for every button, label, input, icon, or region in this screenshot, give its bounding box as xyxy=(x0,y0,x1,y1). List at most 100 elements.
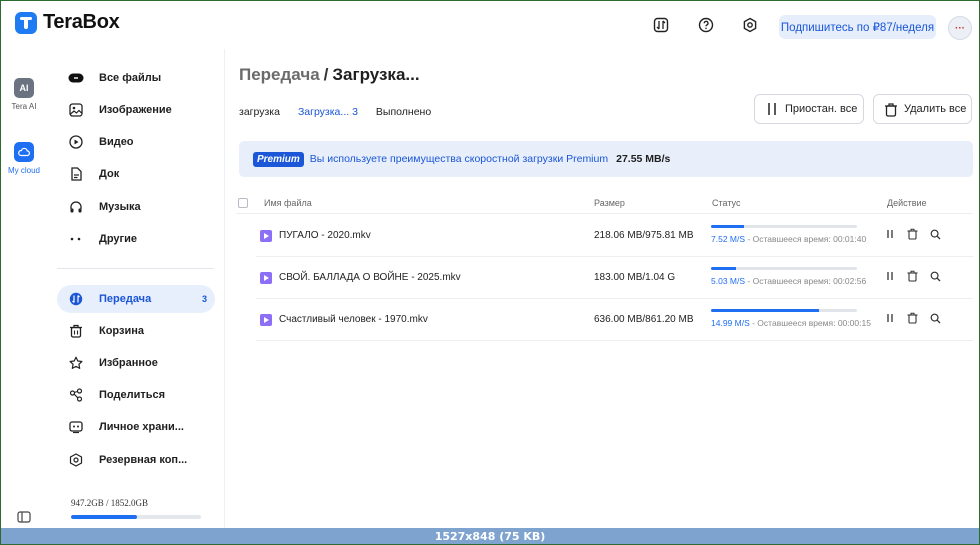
search-icon[interactable] xyxy=(930,312,941,324)
file-name: СВОЙ. БАЛЛАДА О ВОЙНЕ - 2025.mkv xyxy=(279,272,461,283)
left-rail: AI Tera AI My cloud xyxy=(1,49,47,544)
column-header-name[interactable]: Имя файла xyxy=(264,198,312,208)
top-bar: TeraBox Подпишитесь по ₽87/неделя ··· xyxy=(1,1,979,49)
sidebar-item-share[interactable]: Поделиться xyxy=(57,381,215,409)
search-icon[interactable] xyxy=(930,228,941,240)
download-speed: 14.99 M/S xyxy=(711,318,750,328)
rail-item-my-cloud[interactable]: My cloud xyxy=(1,142,47,175)
video-file-icon xyxy=(260,272,272,284)
sidebar-item-label: Док xyxy=(99,168,120,180)
image-icon xyxy=(68,102,84,118)
sidebar-item-other[interactable]: Другие xyxy=(57,225,215,253)
sidebar-item-document[interactable]: Док xyxy=(57,160,215,188)
sidebar-item-label: Передача xyxy=(99,293,152,305)
sidebar-item-label: Резервная коп... xyxy=(99,454,188,466)
trash-icon[interactable] xyxy=(907,312,918,324)
download-status: 14.99 M/S - Оставшееся время: 00:00:15 xyxy=(711,318,871,328)
sidebar-item-label: Личное храни... xyxy=(99,421,184,433)
download-speed: 7.52 M/S xyxy=(711,234,746,244)
sidebar-item-image[interactable]: Изображение xyxy=(57,96,215,124)
sidebar-item-label: Поделиться xyxy=(99,389,166,401)
sidebar-item-music[interactable]: Музыка xyxy=(57,193,215,221)
table-row[interactable]: Счастливый человек - 1970.mkv 636.00 MB/… xyxy=(256,299,973,341)
sidebar-item-private-storage[interactable]: Личное храни... xyxy=(57,413,215,441)
video-file-icon xyxy=(260,230,272,242)
table-row[interactable]: СВОЙ. БАЛЛАДА О ВОЙНЕ - 2025.mkv 183.00 … xyxy=(256,257,973,299)
pause-icon[interactable] xyxy=(884,228,895,240)
rail-label: My cloud xyxy=(7,166,40,175)
download-progress-fill xyxy=(711,267,737,270)
premium-banner: Premium Вы используете преимущества скор… xyxy=(239,141,973,177)
sidebar-item-label: Избранное xyxy=(99,357,158,369)
video-file-icon xyxy=(260,314,272,326)
table-row[interactable]: ПУГАЛО - 2020.mkv 218.06 MB/975.81 MB 7.… xyxy=(256,215,973,257)
image-info-bar: 1527x848 (75 KB) xyxy=(1,528,979,544)
backup-icon xyxy=(68,452,84,468)
download-progress-bar xyxy=(711,225,857,228)
time-remaining: - Оставшееся время: 00:02:56 xyxy=(745,276,867,286)
sidebar-item-all-files[interactable]: Все файлы xyxy=(57,64,215,92)
tab-downloading[interactable]: Загрузка... 3 xyxy=(298,106,358,118)
time-remaining: - Оставшееся время: 00:01:40 xyxy=(745,234,867,244)
column-header-action: Действие xyxy=(887,198,927,208)
avatar[interactable]: ··· xyxy=(948,16,972,40)
sidebar-item-video[interactable]: Видео xyxy=(57,128,215,156)
transfer-arrows-icon[interactable] xyxy=(652,16,670,34)
search-icon[interactable] xyxy=(930,270,941,282)
rail-label: Tera AI xyxy=(11,102,37,111)
sidebar-item-favorites[interactable]: Избранное xyxy=(57,349,215,377)
sidebar-item-trash[interactable]: Корзина xyxy=(57,317,215,345)
sidebar-item-label: Музыка xyxy=(99,201,141,213)
file-name: ПУГАЛО - 2020.mkv xyxy=(279,230,371,241)
breadcrumb: Передача / Загрузка... xyxy=(239,65,420,85)
tab-upload[interactable]: загрузка xyxy=(239,106,280,118)
sidebar-divider xyxy=(57,268,214,269)
other-icon xyxy=(68,231,84,247)
row-actions xyxy=(884,312,941,324)
column-header-status: Статус xyxy=(712,198,741,208)
sidebar-item-backup[interactable]: Резервная коп... xyxy=(57,446,215,474)
download-speed: 5.03 M/S xyxy=(711,276,746,286)
tab-completed[interactable]: Выполнено xyxy=(376,106,431,118)
pause-all-label: Приостан. все xyxy=(785,103,858,115)
breadcrumb-parent[interactable]: Передача xyxy=(239,65,320,84)
sidebar: Все файлы Изображение Видео Док Музыка Д… xyxy=(47,49,225,544)
trash-icon[interactable] xyxy=(907,228,918,240)
select-all-checkbox[interactable] xyxy=(238,198,248,208)
transfer-icon xyxy=(68,291,84,307)
settings-icon[interactable] xyxy=(741,16,759,34)
table-header: Имя файла Размер Статус Действие xyxy=(236,194,973,214)
transfer-count-badge: 3 xyxy=(201,294,207,304)
sidebar-toggle-icon[interactable] xyxy=(17,510,31,528)
share-icon xyxy=(68,387,84,403)
trash-icon xyxy=(68,323,84,339)
pause-icon[interactable] xyxy=(884,312,895,324)
premium-text: Вы используете преимущества скоростной з… xyxy=(309,153,609,165)
file-size: 183.00 MB/1.04 G xyxy=(594,272,676,283)
sidebar-item-transfer[interactable]: Передача 3 xyxy=(57,285,215,313)
terabox-logo[interactable]: TeraBox xyxy=(15,11,120,34)
delete-all-button[interactable]: Удалить все xyxy=(873,94,972,124)
pause-all-button[interactable]: Приостан. все xyxy=(754,94,864,124)
download-status: 7.52 M/S - Оставшееся время: 00:01:40 xyxy=(711,234,866,244)
pause-icon[interactable] xyxy=(884,270,895,282)
sidebar-item-label: Видео xyxy=(99,136,134,148)
premium-badge: Premium xyxy=(253,151,304,167)
premium-speed: 27.55 MB/s xyxy=(616,153,671,165)
breadcrumb-current: Загрузка... xyxy=(332,65,420,84)
help-icon[interactable] xyxy=(697,16,715,34)
subscribe-button[interactable]: Подпишитесь по ₽87/неделя xyxy=(779,15,936,39)
trash-icon[interactable] xyxy=(907,270,918,282)
sidebar-item-label: Все файлы xyxy=(99,72,162,84)
storage-usage-fill xyxy=(71,515,138,519)
storage-usage-bar xyxy=(71,515,201,519)
pause-icon xyxy=(767,102,777,116)
star-icon xyxy=(68,355,84,371)
column-header-size[interactable]: Размер xyxy=(594,198,625,208)
row-actions xyxy=(884,228,941,240)
sidebar-item-label: Изображение xyxy=(99,104,172,116)
rail-item-tera-ai[interactable]: AI Tera AI xyxy=(1,78,47,111)
cloud-icon xyxy=(14,142,34,162)
video-icon xyxy=(68,134,84,150)
download-progress-fill xyxy=(711,225,744,228)
